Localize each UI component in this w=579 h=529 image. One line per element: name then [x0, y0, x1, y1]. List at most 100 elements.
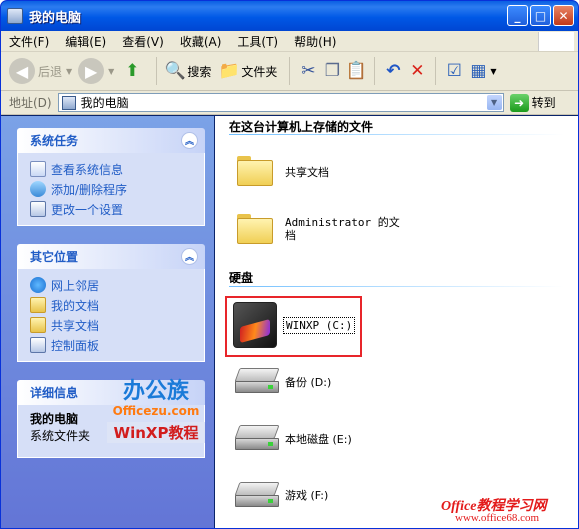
section-divider [229, 134, 564, 135]
content-area: 在这台计算机上存储的文件 共享文档 Administrator 的文档 硬盘 W… [215, 116, 578, 528]
back-button[interactable]: ◀ 后退 ▼ [9, 58, 72, 84]
watermark-url: www.office68.com [455, 512, 540, 524]
drive-d-icon[interactable] [233, 368, 281, 396]
folders-button[interactable]: 📁 文件夹 [217, 59, 278, 83]
link-label: 共享文档 [51, 318, 100, 333]
menu-tools[interactable]: 工具(T) [237, 33, 278, 50]
programs-icon [30, 181, 46, 197]
panel-title: 其它位置 [30, 250, 79, 264]
collapse-icon[interactable]: ︽ [181, 132, 198, 149]
forward-button[interactable]: ▶ ▼ [78, 58, 114, 84]
address-bar: 地址(D) 我的电脑 ▼ ➜ 转到 [1, 91, 578, 115]
control-panel-icon [30, 337, 46, 353]
control-panel-link[interactable]: 控制面板 [30, 335, 204, 355]
menu-bar: 文件(F) 编辑(E) 查看(V) 收藏(A) 工具(T) 帮助(H) [1, 31, 578, 52]
go-button[interactable]: ➜ 转到 [509, 93, 556, 112]
logo-text: 办公族 [122, 379, 189, 404]
drive-c-icon[interactable] [233, 302, 277, 348]
network-places-link[interactable]: 网上邻居 [30, 275, 204, 295]
toolbar-separator [289, 57, 291, 85]
section-divider [229, 286, 564, 287]
section-stored-files: 在这台计算机上存储的文件 [229, 120, 374, 134]
link-label: 网上邻居 [51, 278, 100, 293]
title-bar: 我的电脑 _ □ ✕ [1, 1, 578, 31]
search-label: 搜索 [187, 64, 212, 79]
menu-favorites[interactable]: 收藏(A) [180, 33, 222, 50]
system-tasks-panel: 系统任务 ︽ 查看系统信息 添加/删除程序 更改一个设置 [17, 128, 205, 226]
back-arrow-icon: ◀ [9, 58, 35, 84]
link-label: 更改一个设置 [51, 202, 124, 217]
delete-icon[interactable]: ✕ [405, 59, 429, 83]
other-places-panel: 其它位置 ︽ 网上邻居 我的文档 共享文档 控制面板 [17, 244, 205, 362]
folder-icon [30, 317, 46, 333]
chevron-down-icon[interactable]: ▼ [486, 95, 502, 110]
minimize-button[interactable]: _ [507, 5, 528, 26]
link-label: 我的文档 [51, 298, 100, 313]
section-hard-disks: 硬盘 [229, 271, 254, 285]
back-label: 后退 [38, 64, 63, 79]
drive-e-icon[interactable] [233, 425, 281, 453]
drive-c[interactable]: WINXP (C:) [283, 317, 356, 334]
folder-icon [30, 297, 46, 313]
folders-label: 文件夹 [241, 64, 278, 79]
drive-e[interactable]: 本地磁盘 (E:) [285, 433, 352, 446]
drive-f[interactable]: 游戏 (F:) [285, 489, 328, 502]
paste-icon[interactable]: 📋 [344, 59, 368, 83]
folder-icon[interactable] [237, 214, 273, 244]
menu-help[interactable]: 帮助(H) [294, 33, 336, 50]
my-computer-icon [61, 95, 76, 110]
toolbar: ◀ 后退 ▼ ▶ ▼ ⬆ 🔍 搜索 📁 文件夹 ✂ ❐ 📋 ↶ ✕ ☑ ▦ ▼ [1, 52, 578, 91]
add-remove-programs-link[interactable]: 添加/删除程序 [30, 179, 204, 199]
views-icon[interactable]: ▦ [466, 59, 490, 83]
drive-f-icon[interactable] [233, 482, 281, 510]
copy-icon[interactable]: ❐ [320, 59, 344, 83]
control-panel-icon [30, 201, 46, 217]
menu-view[interactable]: 查看(V) [122, 33, 164, 50]
menu-edit[interactable]: 编辑(E) [65, 33, 106, 50]
collapse-icon[interactable]: ︽ [181, 248, 198, 265]
system-tasks-header[interactable]: 系统任务 ︽ [17, 128, 205, 153]
toolbar-separator [374, 57, 376, 85]
go-arrow-icon: ➜ [509, 93, 529, 112]
folder-icon[interactable] [237, 156, 273, 186]
folder-admin-docs[interactable]: Administrator 的文档 [285, 216, 405, 242]
search-icon: 🔍 [164, 61, 186, 81]
view-system-info-link[interactable]: 查看系统信息 [30, 159, 204, 179]
properties-icon[interactable]: ☑ [442, 59, 466, 83]
cut-icon[interactable]: ✂ [296, 59, 320, 83]
network-icon [30, 277, 46, 293]
toolbar-separator [435, 57, 437, 85]
undo-icon[interactable]: ↶ [381, 59, 405, 83]
menu-file[interactable]: 文件(F) [9, 33, 49, 50]
panel-title: 详细信息 [30, 386, 79, 400]
my-documents-link[interactable]: 我的文档 [30, 295, 204, 315]
my-computer-icon [7, 8, 23, 24]
chevron-down-icon[interactable]: ▼ [490, 67, 496, 76]
panel-title: 系统任务 [30, 134, 79, 148]
chevron-down-icon: ▼ [108, 66, 115, 76]
folder-icon: 📁 [218, 61, 240, 81]
link-label: 查看系统信息 [51, 162, 124, 177]
close-button[interactable]: ✕ [553, 5, 574, 26]
windows-logo-icon [538, 32, 574, 51]
search-button[interactable]: 🔍 搜索 [163, 59, 212, 83]
address-label: 地址(D) [9, 96, 52, 110]
folder-shared-docs[interactable]: 共享文档 [285, 166, 329, 179]
address-field[interactable]: 我的电脑 ▼ [57, 93, 504, 112]
other-places-header[interactable]: 其它位置 ︽ [17, 244, 205, 269]
change-setting-link[interactable]: 更改一个设置 [30, 199, 204, 219]
details-panel: 详细信息 我的电脑 系统文件夹 办公族 Officezu.com WinXP教程 [17, 380, 205, 458]
window-title: 我的电脑 [29, 10, 82, 26]
up-button[interactable]: ⬆ [120, 59, 144, 83]
window: 我的电脑 _ □ ✕ 文件(F) 编辑(E) 查看(V) 收藏(A) 工具(T)… [0, 0, 579, 529]
maximize-button[interactable]: □ [530, 5, 551, 26]
system-info-icon [30, 161, 46, 177]
shared-documents-link[interactable]: 共享文档 [30, 315, 204, 335]
go-label: 转到 [531, 96, 556, 110]
forward-arrow-icon: ▶ [78, 58, 105, 84]
logo-url: Officezu.com [112, 404, 200, 418]
drive-d[interactable]: 备份 (D:) [285, 376, 331, 389]
link-label: 添加/删除程序 [51, 182, 128, 197]
drive-c-label: WINXP (C:) [283, 317, 356, 334]
logo-course: WinXP教程 [107, 422, 205, 443]
